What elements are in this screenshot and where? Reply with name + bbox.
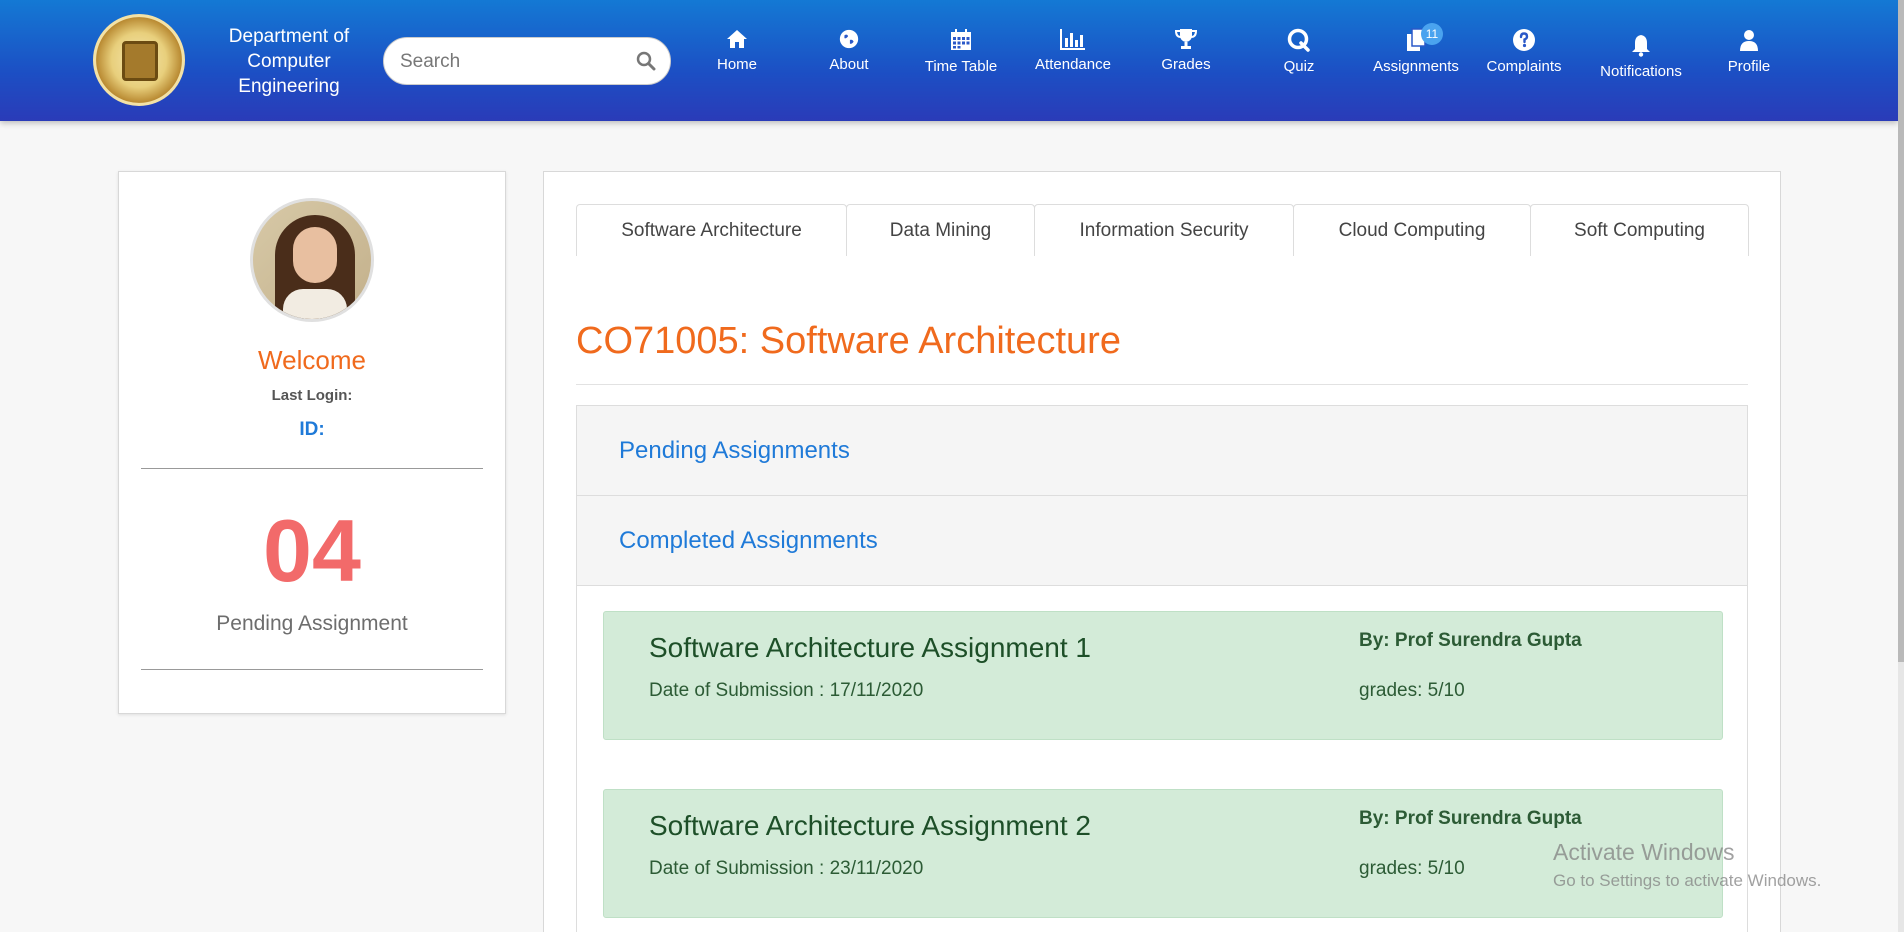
course-tabs: Software Architecture Data Mining Inform… (576, 204, 1749, 256)
department-name: Department of Computer Engineering (215, 24, 363, 99)
nav-attendance-label: Attendance (1035, 56, 1111, 73)
dept-line-3: Engineering (238, 76, 340, 97)
assignment-grade: grades: 5/10 (1359, 680, 1465, 701)
nav-assignments[interactable]: 11 Assignments (1360, 23, 1472, 75)
bar-chart-icon (1060, 29, 1085, 50)
nav-quiz-label: Quiz (1283, 58, 1315, 75)
profile-divider-top (141, 468, 483, 469)
trophy-icon (1174, 29, 1198, 49)
avatar (250, 198, 374, 322)
profile-card: Welcome Last Login: ID: 04 Pending Assig… (118, 171, 506, 714)
institute-logo[interactable] (93, 14, 185, 106)
nav-notifications[interactable]: Notifications (1585, 33, 1697, 80)
completed-assignments-header[interactable]: Completed Assignments (577, 496, 1747, 586)
nav-assignments-label: Assignments (1373, 58, 1459, 75)
last-login-text: Last Login: (271, 387, 353, 404)
nav-timetable[interactable]: Time Table (905, 28, 1017, 75)
pending-count: 04 (263, 501, 361, 600)
scrollbar-thumb[interactable] (1898, 0, 1904, 662)
assignment-card[interactable]: Software Architecture Assignment 1 Date … (603, 611, 1723, 740)
nav-about-label: About (829, 56, 869, 73)
assignment-date: Date of Submission : 23/11/2020 (649, 858, 924, 879)
question-icon (1513, 29, 1535, 51)
nav-notifications-label: Notifications (1600, 63, 1682, 80)
user-icon (1740, 30, 1758, 51)
assignment-grade: grades: 5/10 (1359, 858, 1465, 879)
main-panel: Software Architecture Data Mining Inform… (543, 171, 1781, 932)
nav-grades[interactable]: Grades (1130, 28, 1242, 73)
search-box (383, 37, 671, 85)
nav-complaints[interactable]: Complaints (1468, 28, 1580, 75)
nav-attendance[interactable]: Attendance (1017, 28, 1129, 73)
dept-line-1: Department of (228, 26, 350, 47)
page-scrollbar[interactable] (1898, 0, 1904, 932)
course-title: CO71005: Software Architecture (576, 320, 1121, 362)
activate-windows-watermark: Activate Windows (1553, 839, 1735, 865)
tab-information-security[interactable]: Information Security (1034, 204, 1294, 256)
pending-assignments-header[interactable]: Pending Assignments (577, 406, 1747, 496)
home-icon (727, 30, 747, 48)
nav-profile[interactable]: Profile (1693, 28, 1805, 75)
title-divider (576, 384, 1748, 385)
nav-home[interactable]: Home (681, 28, 793, 73)
profile-divider-bottom (141, 669, 483, 670)
nav-timetable-label: Time Table (924, 58, 998, 75)
assignment-title: Software Architecture Assignment 2 (649, 810, 1091, 841)
nav-profile-label: Profile (1727, 58, 1771, 75)
welcome-text: Welcome (258, 345, 366, 375)
nav-complaints-label: Complaints (1486, 58, 1562, 75)
nav-about[interactable]: About (793, 28, 905, 73)
tab-soft-computing[interactable]: Soft Computing (1530, 204, 1749, 256)
pending-label: Pending Assignment (216, 612, 408, 635)
assignment-title: Software Architecture Assignment 1 (649, 632, 1091, 663)
calendar-icon (951, 29, 971, 50)
user-id-text: ID: (299, 419, 325, 440)
nav-quiz[interactable]: Quiz (1243, 28, 1355, 75)
search-input[interactable] (400, 48, 620, 76)
assignment-date: Date of Submission : 17/11/2020 (649, 680, 924, 701)
globe-icon (839, 29, 859, 49)
quiz-icon (1287, 28, 1310, 52)
nav-grades-label: Grades (1161, 56, 1211, 73)
tab-data-mining[interactable]: Data Mining (846, 204, 1035, 256)
bell-icon (1632, 35, 1650, 57)
tab-cloud-computing[interactable]: Cloud Computing (1293, 204, 1531, 256)
search-icon[interactable] (636, 51, 656, 76)
dept-line-2: Computer (247, 51, 331, 72)
activate-windows-subtext: Go to Settings to activate Windows. (1553, 871, 1822, 890)
nav-home-label: Home (716, 56, 757, 73)
tab-software-architecture[interactable]: Software Architecture (576, 204, 847, 256)
assignment-author: By: Prof Surendra Gupta (1359, 808, 1582, 829)
assignment-author: By: Prof Surendra Gupta (1359, 630, 1582, 651)
assignments-badge: 11 (1421, 23, 1443, 45)
top-navbar: Department of Computer Engineering Home … (0, 0, 1898, 121)
